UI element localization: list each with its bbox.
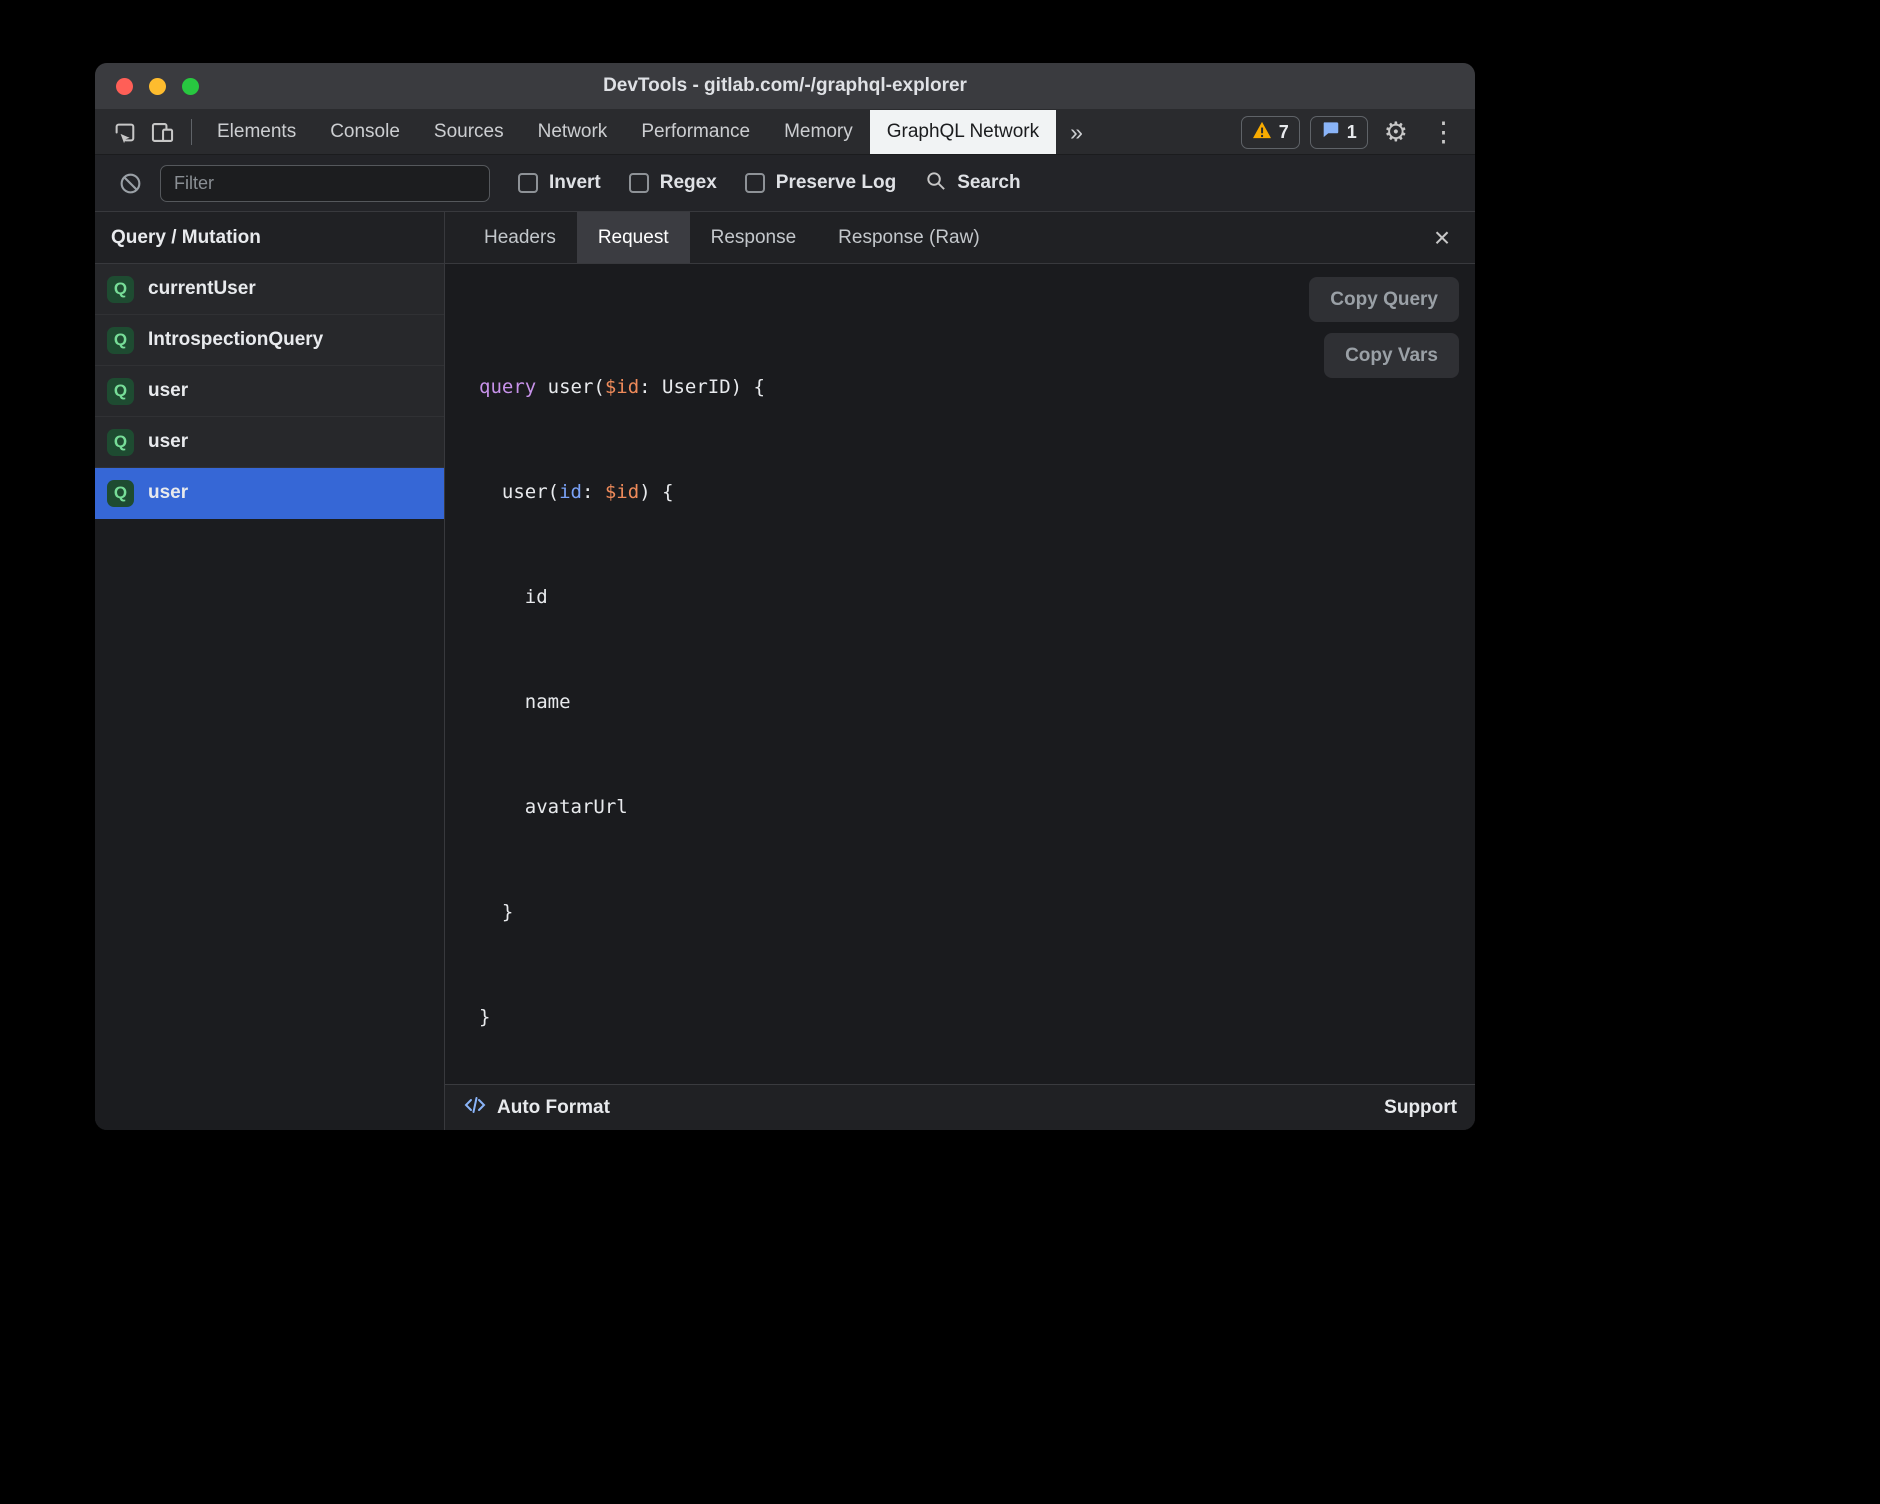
tab-graphql-network[interactable]: GraphQL Network	[870, 110, 1056, 154]
messages-badge[interactable]: 1	[1310, 116, 1368, 149]
preserve-log-checkbox[interactable]	[745, 173, 765, 193]
code-line: }	[479, 1000, 1475, 1035]
query-list-item-label: IntrospectionQuery	[148, 329, 323, 351]
code-line: id	[479, 580, 1475, 615]
auto-format-label: Auto Format	[497, 1097, 610, 1119]
regex-checkbox[interactable]	[629, 173, 649, 193]
tab-response[interactable]: Response	[690, 212, 818, 263]
support-link[interactable]: Support	[1384, 1097, 1457, 1119]
toolbar-icons	[95, 110, 187, 154]
preserve-log-label: Preserve Log	[776, 172, 896, 194]
code-line: }	[479, 895, 1475, 930]
invert-filter-group: Invert	[518, 172, 601, 194]
message-count: 1	[1347, 122, 1357, 143]
tab-elements[interactable]: Elements	[200, 110, 313, 154]
block-clear-icon[interactable]	[113, 166, 147, 200]
more-options-icon[interactable]: ⋮	[1424, 119, 1463, 146]
preserve-log-group: Preserve Log	[745, 172, 896, 194]
query-type-badge: Q	[107, 327, 134, 354]
detail-footer: Auto Format Support	[445, 1084, 1475, 1130]
detail-tab-bar: Headers Request Response Response (Raw) …	[445, 212, 1475, 264]
auto-format-button[interactable]: Auto Format	[463, 1093, 610, 1122]
query-type-badge: Q	[107, 480, 134, 507]
query-list-item-user-2[interactable]: Q user	[95, 417, 444, 468]
query-type-badge: Q	[107, 429, 134, 456]
query-type-badge: Q	[107, 378, 134, 405]
query-type-badge: Q	[107, 276, 134, 303]
request-tab-content: query user($id: UserID) { user(id: $id) …	[445, 264, 1475, 1084]
code-line: avatarUrl	[479, 790, 1475, 825]
inspect-element-icon[interactable]	[107, 115, 141, 149]
query-list-item-label: user	[148, 380, 188, 402]
tab-sources[interactable]: Sources	[417, 110, 521, 154]
copy-query-button[interactable]: Copy Query	[1309, 277, 1459, 322]
tab-performance[interactable]: Performance	[624, 110, 767, 154]
tab-network[interactable]: Network	[521, 110, 625, 154]
query-list-panel: Query / Mutation Q currentUser Q Introsp…	[95, 212, 445, 1130]
tab-console[interactable]: Console	[313, 110, 417, 154]
device-toolbar-icon[interactable]	[145, 115, 179, 149]
title-bar: DevTools - gitlab.com/-/graphql-explorer	[95, 63, 1475, 110]
warnings-badge[interactable]: 7	[1241, 116, 1300, 149]
minimize-window-button[interactable]	[149, 78, 166, 95]
main-split: Query / Mutation Q currentUser Q Introsp…	[95, 212, 1475, 1130]
regex-filter-group: Regex	[629, 172, 717, 194]
filter-bar: Invert Regex Preserve Log Search	[95, 155, 1475, 212]
tab-request[interactable]: Request	[577, 212, 690, 263]
query-list-item-currentuser[interactable]: Q currentUser	[95, 264, 444, 315]
query-list-item-user-1[interactable]: Q user	[95, 366, 444, 417]
graphql-query-code: query user($id: UserID) { user(id: $id) …	[479, 300, 1475, 1084]
devtools-window: DevTools - gitlab.com/-/graphql-explorer…	[95, 63, 1475, 1130]
code-brackets-icon	[463, 1093, 487, 1122]
close-detail-icon[interactable]: ×	[1423, 219, 1461, 257]
zoom-window-button[interactable]	[182, 78, 199, 95]
tab-headers[interactable]: Headers	[463, 212, 577, 263]
toolbar-divider	[191, 119, 192, 145]
copy-buttons: Copy Query Copy Vars	[1309, 277, 1459, 378]
request-detail-panel: Headers Request Response Response (Raw) …	[445, 212, 1475, 1130]
traffic-lights	[95, 78, 199, 95]
code-line: user(id: $id) {	[479, 475, 1475, 510]
close-window-button[interactable]	[116, 78, 133, 95]
search-label: Search	[957, 172, 1020, 194]
query-list-item-user-3-selected[interactable]: Q user	[95, 468, 444, 519]
query-list-item-label: currentUser	[148, 278, 256, 300]
invert-checkbox[interactable]	[518, 173, 538, 193]
search-button[interactable]: Search	[924, 169, 1020, 197]
filter-left	[113, 165, 490, 202]
warning-icon	[1252, 121, 1272, 144]
query-list-empty-area	[95, 519, 444, 1130]
window-title: DevTools - gitlab.com/-/graphql-explorer	[95, 75, 1475, 97]
message-bubble-icon	[1321, 120, 1340, 144]
regex-label: Regex	[660, 172, 717, 194]
search-icon	[924, 169, 947, 197]
query-list-header: Query / Mutation	[95, 212, 444, 264]
query-list-item-label: user	[148, 482, 188, 504]
query-list-item-label: user	[148, 431, 188, 453]
warning-count: 7	[1279, 122, 1289, 143]
tab-memory[interactable]: Memory	[767, 110, 870, 154]
toolbar-right: 7 1 ⚙ ⋮	[1241, 110, 1475, 154]
tab-response-raw[interactable]: Response (Raw)	[817, 212, 1001, 263]
copy-vars-button[interactable]: Copy Vars	[1324, 333, 1459, 378]
invert-label: Invert	[549, 172, 601, 194]
query-list-item-introspectionquery[interactable]: Q IntrospectionQuery	[95, 315, 444, 366]
settings-gear-icon[interactable]: ⚙	[1378, 119, 1414, 146]
more-tabs-button[interactable]: »	[1056, 110, 1097, 154]
filter-input[interactable]	[160, 165, 490, 202]
devtools-toolbar: Elements Console Sources Network Perform…	[95, 110, 1475, 155]
code-line: name	[479, 685, 1475, 720]
